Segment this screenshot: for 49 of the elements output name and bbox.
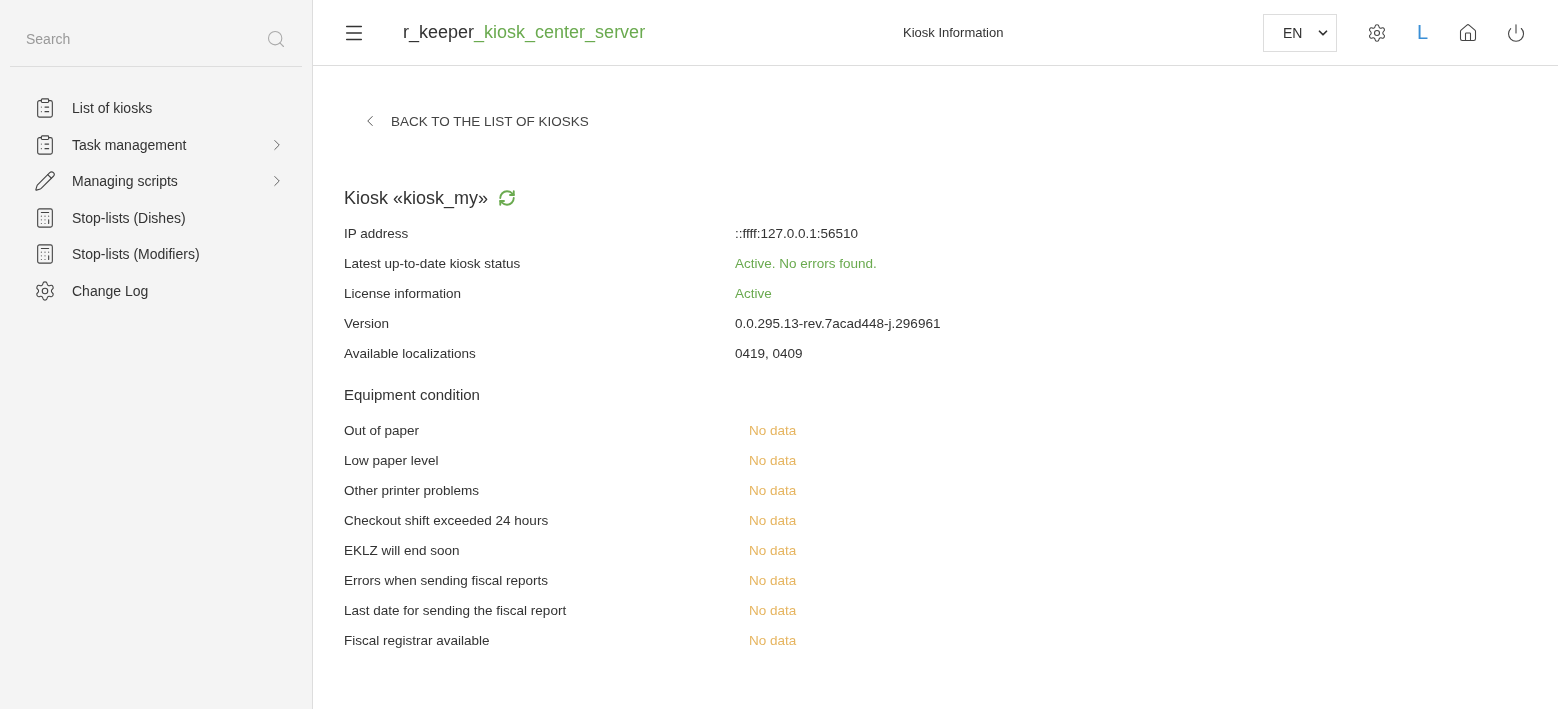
- field-label: Checkout shift exceeded 24 hours: [344, 512, 550, 528]
- field-value: No data: [748, 572, 798, 588]
- register-icon: [34, 206, 56, 229]
- field-value: No data: [748, 452, 798, 468]
- field-label: License information: [344, 285, 463, 301]
- field-value: No data: [748, 422, 798, 438]
- field-label: Last date for sending the fiscal report: [344, 602, 568, 618]
- back-link[interactable]: BACK TO THE LIST OF KIOSKS: [361, 112, 589, 130]
- register-icon: [34, 243, 56, 266]
- field-value: No data: [748, 602, 798, 618]
- sidebar-item[interactable]: List of kiosks: [0, 90, 312, 127]
- sidebar-item[interactable]: Managing scripts: [0, 163, 312, 200]
- search-field[interactable]: Search: [10, 31, 266, 47]
- field-value: No data: [748, 482, 798, 498]
- field-value: Active: [735, 285, 773, 301]
- field-value: No data: [748, 542, 798, 558]
- section-title: Equipment condition: [344, 386, 481, 403]
- field-label: Version: [344, 315, 391, 331]
- power-icon[interactable]: [1506, 22, 1526, 43]
- sidebar-item[interactable]: Task management: [0, 126, 312, 163]
- field-value: No data: [748, 512, 798, 528]
- sidebar-item[interactable]: Stop-lists (Dishes): [0, 199, 312, 236]
- field-value: 0419, 0409: [735, 345, 804, 361]
- clipboard-icon: [34, 133, 56, 156]
- field-label: EKLZ will end soon: [344, 542, 461, 558]
- clipboard-icon: [34, 97, 56, 120]
- field-label: Other printer problems: [344, 482, 481, 498]
- field-label: IP address: [344, 225, 410, 241]
- field-label: Low paper level: [344, 452, 440, 468]
- field-value: No data: [748, 632, 798, 648]
- pencil-icon: [34, 170, 56, 193]
- language-select[interactable]: EN: [1262, 13, 1337, 52]
- field-value: ::ffff:127.0.0.1:56510: [735, 225, 860, 241]
- field-label: Fiscal registrar available: [344, 632, 491, 648]
- settings-icon[interactable]: [1366, 22, 1387, 43]
- field-label: Available localizations: [344, 345, 477, 361]
- field-label: Errors when sending fiscal reports: [344, 572, 550, 588]
- sidebar-item[interactable]: Change Log: [0, 272, 312, 309]
- field-value: 0.0.295.13-rev.7acad448-j.296961: [735, 315, 942, 331]
- sidebar-item[interactable]: Stop-lists (Modifiers): [0, 236, 312, 273]
- page-title: Kiosk Information: [903, 25, 1005, 40]
- refresh-icon[interactable]: [498, 189, 517, 207]
- home-icon[interactable]: [1458, 22, 1478, 43]
- field-label: Latest up-to-date kiosk status: [344, 255, 522, 271]
- kiosk-title: Kiosk «kiosk_my»: [344, 187, 489, 209]
- field-value: Active. No errors found.: [735, 255, 878, 271]
- field-label: Out of paper: [344, 422, 421, 438]
- app-logo: r_keeper_kiosk_center_server: [403, 22, 647, 43]
- gear-icon: [34, 279, 56, 302]
